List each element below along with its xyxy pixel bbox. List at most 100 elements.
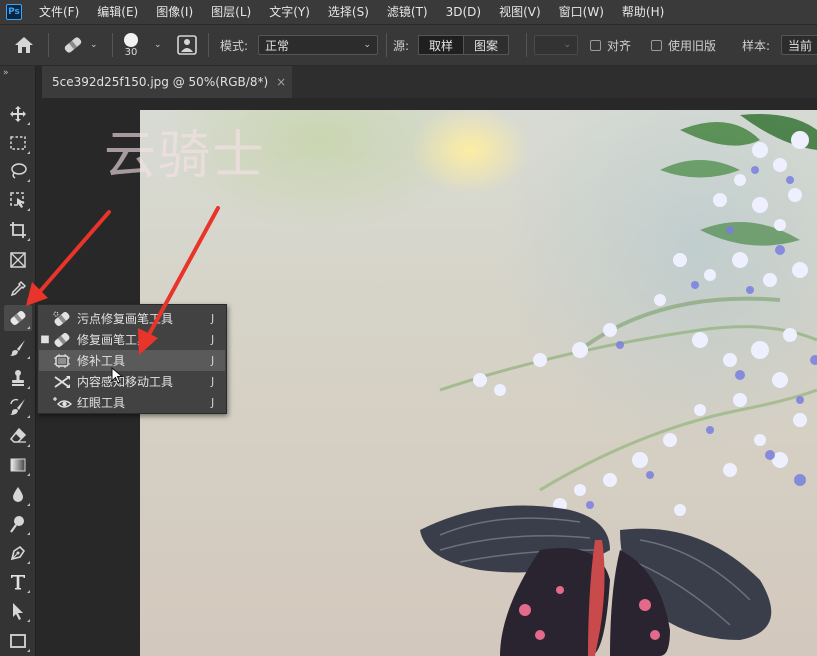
eraser-tool[interactable] — [4, 423, 32, 449]
eyedropper-icon — [10, 280, 27, 297]
menu-window[interactable]: 窗口(W) — [550, 0, 613, 24]
frame-icon — [10, 252, 26, 268]
stamp-icon — [12, 370, 24, 386]
flyout-item-healing-brush[interactable]: ■ 修复画笔工具 J — [39, 329, 225, 350]
dodge-tool[interactable] — [4, 511, 32, 537]
frame-tool[interactable] — [4, 247, 32, 273]
pattern-picker[interactable]: ⌄ — [534, 35, 578, 55]
flyout-item-label: 内容感知移动工具 — [77, 375, 174, 389]
chevron-down-icon: ⌄ — [90, 40, 98, 50]
tool-group-marker — [27, 179, 30, 182]
menu-help[interactable]: 帮助(H) — [613, 0, 673, 24]
flyout-item-patch[interactable]: 修补工具 J — [39, 350, 225, 371]
healing-brush-icon — [51, 332, 73, 348]
type-tool[interactable] — [4, 569, 32, 595]
document-canvas[interactable] — [140, 110, 817, 656]
flyout-item-red-eye[interactable]: 红眼工具 J — [39, 392, 225, 413]
photoshop-logo: Ps — [6, 4, 22, 20]
menu-edit[interactable]: 编辑(E) — [88, 0, 147, 24]
type-icon — [11, 575, 25, 590]
menu-type[interactable]: 文字(Y) — [260, 0, 319, 24]
tool-group-marker — [27, 208, 30, 211]
history-brush-icon — [10, 398, 25, 415]
tool-group-marker — [27, 561, 30, 564]
tool-group-marker — [27, 473, 30, 476]
use-legacy-option[interactable]: 使用旧版 — [651, 25, 716, 65]
flyout-shortcut: J — [211, 354, 215, 367]
collapse-panel-icon[interactable]: » — [3, 68, 9, 78]
source-label: 源: — [393, 38, 410, 53]
spot-healing-brush-icon — [51, 311, 73, 327]
tool-group-marker — [27, 297, 30, 300]
home-button[interactable] — [14, 25, 34, 65]
clone-source-icon — [177, 35, 197, 55]
source-sampled-button[interactable]: 取样 — [418, 35, 465, 55]
tool-group-marker — [27, 590, 30, 593]
close-icon[interactable]: × — [276, 75, 286, 89]
object-selection-icon — [10, 192, 25, 208]
tool-preset-picker[interactable]: ⌄ — [62, 25, 98, 65]
clone-source-panel-button[interactable] — [176, 25, 198, 65]
aligned-option[interactable]: 对齐 — [590, 25, 631, 65]
brush-tool[interactable] — [4, 335, 32, 361]
mode-dropdown[interactable]: 正常 ⌄ — [258, 35, 378, 55]
lasso-tool[interactable] — [4, 158, 32, 184]
flyout-item-content-aware-move[interactable]: 内容感知移动工具 J — [39, 371, 225, 392]
healing-brush-tool[interactable] — [4, 305, 32, 331]
marquee-tool[interactable] — [4, 130, 32, 156]
aligned-checkbox[interactable] — [590, 39, 601, 51]
tool-group-marker — [27, 326, 30, 329]
butterfly-flowers-photo — [420, 114, 817, 656]
flyout-item-label: 修补工具 — [77, 354, 126, 368]
menu-file[interactable]: 文件(F) — [30, 0, 88, 24]
pen-tool[interactable] — [4, 540, 32, 566]
rectangle-tool[interactable] — [4, 628, 32, 654]
lasso-icon — [11, 163, 27, 179]
clone-stamp-tool[interactable] — [4, 365, 32, 391]
eyedropper-tool[interactable] — [4, 276, 32, 302]
flyout-item-label: 污点修复画笔工具 — [77, 312, 174, 326]
document-tab-title: 5ce392d25f150.jpg @ 50%(RGB/8*) — [52, 75, 269, 89]
document-tab[interactable]: 5ce392d25f150.jpg @ 50%(RGB/8*) × — [42, 66, 292, 98]
menu-3d[interactable]: 3D(D) — [437, 0, 490, 24]
menu-layer[interactable]: 图层(L) — [202, 0, 260, 24]
brush-size-picker[interactable]: 30 — [124, 25, 138, 65]
blur-tool[interactable] — [4, 482, 32, 508]
mode-value: 正常 — [265, 38, 290, 53]
move-tool[interactable] — [4, 101, 32, 127]
menu-select[interactable]: 选择(S) — [319, 0, 378, 24]
tool-group-marker — [27, 415, 30, 418]
menu-image[interactable]: 图像(I) — [147, 0, 202, 24]
document-tab-bar: 5ce392d25f150.jpg @ 50%(RGB/8*) × — [42, 66, 817, 98]
gradient-tool[interactable] — [4, 452, 32, 478]
healing-brush-icon — [64, 37, 82, 53]
options-divider — [112, 33, 113, 57]
tool-group-marker — [27, 238, 30, 241]
use-legacy-checkbox[interactable] — [651, 39, 662, 51]
options-divider — [48, 33, 49, 57]
crop-tool[interactable] — [4, 217, 32, 243]
chevron-down-icon: ⌄ — [563, 40, 571, 50]
flyout-active-marker: ■ — [40, 334, 50, 345]
tool-group-marker — [27, 122, 30, 125]
tool-group-marker — [27, 619, 30, 622]
history-brush-tool[interactable] — [4, 394, 32, 420]
path-selection-tool[interactable] — [4, 598, 32, 624]
tool-group-marker — [27, 151, 30, 154]
sample-dropdown[interactable]: 当前 — [781, 35, 817, 55]
menu-filter[interactable]: 滤镜(T) — [378, 0, 437, 24]
options-divider — [526, 33, 527, 57]
brush-size-chevron[interactable]: ⌄ — [154, 25, 162, 65]
options-divider — [208, 33, 209, 57]
tool-group-marker — [27, 649, 30, 652]
tool-group-marker — [27, 444, 30, 447]
mode-label: 模式: — [220, 38, 249, 53]
source-pattern-button[interactable]: 图案 — [464, 35, 510, 55]
gradient-icon — [10, 458, 26, 472]
flyout-shortcut: J — [211, 312, 215, 325]
tool-group-marker — [27, 503, 30, 506]
object-selection-tool[interactable] — [4, 187, 32, 213]
flyout-item-spot-healing-brush[interactable]: 污点修复画笔工具 J — [39, 308, 225, 329]
menu-view[interactable]: 视图(V) — [490, 0, 550, 24]
watermark-text: 云骑士 — [104, 126, 267, 186]
